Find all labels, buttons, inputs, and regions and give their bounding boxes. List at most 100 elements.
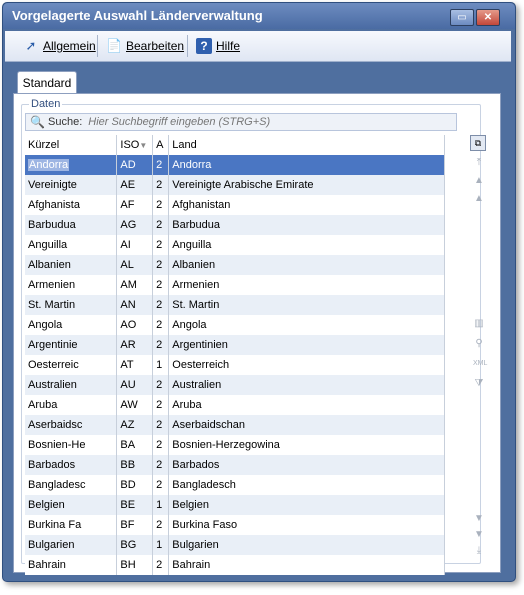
cell-a[interactable]: 2 [152,435,170,455]
column-header-kuerzel[interactable]: Kürzel [25,135,118,155]
cell-a[interactable]: 2 [152,195,170,215]
table-row[interactable]: Bulgarien BG 1 Bulgarien [25,535,445,555]
table-row[interactable]: Vereinigte AE 2 Vereinigte Arabische Emirat… [25,175,445,195]
table-row[interactable]: Oesterreic AT 1 Oesterreich [25,355,445,375]
table-row[interactable]: Australien AU 2 Australien [25,375,445,395]
cell-kuerzel[interactable]: Bahrain [25,555,118,575]
cell-land[interactable]: Bulgarien [168,535,445,555]
table-row[interactable]: Bahrain BH 2 Bahrain [25,555,445,575]
table-row[interactable]: Anguilla AI 2 Anguilla [25,235,445,255]
table-row[interactable]: Andorra AD 2 Andorra [25,155,445,175]
cell-land[interactable]: Aserbaidschan [168,415,445,435]
table-row[interactable]: Angola AO 2 Angola [25,315,445,335]
cell-iso[interactable]: BB [116,455,154,475]
column-icon[interactable]: ▥ [473,318,485,330]
filter-icon[interactable]: ⧩ [473,378,485,390]
cell-land[interactable]: Afghanistan [168,195,445,215]
cell-a[interactable]: 2 [152,375,170,395]
column-header-land[interactable]: Land [168,135,445,155]
cell-iso[interactable]: AD [116,155,154,175]
cell-kuerzel[interactable]: Aruba [25,395,118,415]
table-row[interactable]: Afghanista AF 2 Afghanistan [25,195,445,215]
scroll-top-icon[interactable]: ⤒ [473,157,485,169]
cell-land[interactable]: Belgien [168,495,445,515]
cell-kuerzel[interactable]: Aserbaidsc [25,415,118,435]
cell-a[interactable]: 2 [152,315,170,335]
column-header-a[interactable]: A [152,135,170,155]
cell-a[interactable]: 2 [152,555,170,575]
cell-land[interactable]: Barbados [168,455,445,475]
cell-kuerzel[interactable]: Andorra [25,155,118,175]
cell-iso[interactable]: AM [116,275,154,295]
cell-iso[interactable]: AN [116,295,154,315]
table-row[interactable]: Albanien AL 2 Albanien [25,255,445,275]
page-up-icon[interactable]: ▲ [473,193,485,205]
table-row[interactable]: Aruba AW 2 Aruba [25,395,445,415]
cell-land[interactable]: Bahrain [168,555,445,575]
tab-standard[interactable]: Standard [17,71,77,94]
cell-a[interactable]: 2 [152,335,170,355]
cell-kuerzel[interactable]: Burkina Fa [25,515,118,535]
cell-iso[interactable]: BD [116,475,154,495]
table-row[interactable]: Burkina Fa BF 2 Burkina Faso [25,515,445,535]
cell-iso[interactable]: BE [116,495,154,515]
cell-land[interactable]: Barbudua [168,215,445,235]
cell-land[interactable]: Australien [168,375,445,395]
cell-land[interactable]: Vereinigte Arabische Emirate [168,175,445,195]
cell-kuerzel[interactable]: Vereinigte [25,175,118,195]
table-row[interactable]: St. Martin AN 2 St. Martin [25,295,445,315]
page-down-icon[interactable]: ▼ [473,513,485,525]
scroll-up-icon[interactable]: ▲ [473,175,485,187]
restore-button[interactable]: ▭ [450,9,474,26]
cell-land[interactable]: Aruba [168,395,445,415]
cell-a[interactable]: 2 [152,235,170,255]
cell-iso[interactable]: AW [116,395,154,415]
cell-a[interactable]: 1 [152,535,170,555]
cell-a[interactable]: 2 [152,415,170,435]
cell-kuerzel[interactable]: Argentinie [25,335,118,355]
cell-iso[interactable]: AG [116,215,154,235]
cell-kuerzel[interactable]: Oesterreic [25,355,118,375]
bearbeiten-button[interactable]: 📄 Bearbeiten [106,37,184,55]
cell-a[interactable]: 2 [152,215,170,235]
search-input[interactable] [86,115,391,129]
cell-a[interactable]: 2 [152,155,170,175]
cell-iso[interactable]: AL [116,255,154,275]
cell-iso[interactable]: AO [116,315,154,335]
scroll-bottom-icon[interactable]: ⤓ [473,545,485,557]
cell-iso[interactable]: BF [116,515,154,535]
cell-kuerzel[interactable]: Bulgarien [25,535,118,555]
cell-iso[interactable]: AE [116,175,154,195]
cell-iso[interactable]: BH [116,555,154,575]
cell-a[interactable]: 2 [152,295,170,315]
column-chooser-icon[interactable]: ⧉ [470,135,486,151]
cell-kuerzel[interactable]: Angola [25,315,118,335]
cell-kuerzel[interactable]: Afghanista [25,195,118,215]
cell-a[interactable]: 2 [152,275,170,295]
cell-kuerzel[interactable]: Bosnien-He [25,435,118,455]
table-row[interactable]: Bosnien-He BA 2 Bosnien-Herzegowina [25,435,445,455]
allgemein-button[interactable]: ➚ Allgemein [23,37,96,55]
cell-kuerzel[interactable]: Armenien [25,275,118,295]
cell-land[interactable]: Oesterreich [168,355,445,375]
table-row[interactable]: Bangladesc BD 2 Bangladesch [25,475,445,495]
close-button[interactable]: ✕ [476,9,500,26]
zoom-icon[interactable]: ⚲ [473,338,485,350]
cell-land[interactable]: Andorra [168,155,445,175]
column-header-iso[interactable]: ISO▼ [116,135,154,155]
scroll-down-icon[interactable]: ▼ [473,529,485,541]
cell-kuerzel[interactable]: Albanien [25,255,118,275]
cell-kuerzel[interactable]: Bangladesc [25,475,118,495]
cell-kuerzel[interactable]: Australien [25,375,118,395]
cell-iso[interactable]: AF [116,195,154,215]
title-bar[interactable]: Vorgelagerte Auswahl Länderverwaltung ▭ … [3,3,515,29]
table-row[interactable]: Aserbaidsc AZ 2 Aserbaidschan [25,415,445,435]
cell-iso[interactable]: AZ [116,415,154,435]
cell-land[interactable]: Armenien [168,275,445,295]
hilfe-button[interactable]: ? Hilfe [196,37,240,55]
cell-iso[interactable]: AU [116,375,154,395]
cell-kuerzel[interactable]: Barbudua [25,215,118,235]
table-row[interactable]: Barbudua AG 2 Barbudua [25,215,445,235]
cell-a[interactable]: 2 [152,175,170,195]
table-row[interactable]: Argentinie AR 2 Argentinien [25,335,445,355]
